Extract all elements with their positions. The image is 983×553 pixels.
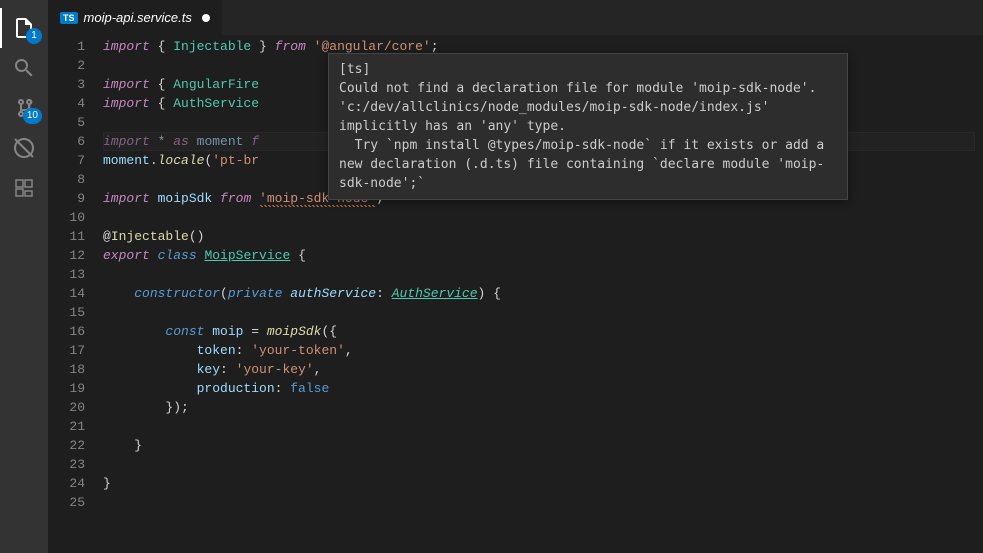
- code-line: }: [103, 436, 983, 455]
- code-line: [103, 208, 983, 227]
- code-line: [103, 303, 983, 322]
- line-number: 9: [48, 189, 85, 208]
- line-number: 8: [48, 170, 85, 189]
- code-area[interactable]: import { Injectable } from '@angular/cor…: [103, 35, 983, 553]
- line-number: 5: [48, 113, 85, 132]
- line-number: 3: [48, 75, 85, 94]
- line-number: 23: [48, 455, 85, 474]
- line-number: 20: [48, 398, 85, 417]
- editor[interactable]: 1234567891011121314151617181920212223242…: [48, 35, 983, 553]
- line-number: 17: [48, 341, 85, 360]
- line-number: 13: [48, 265, 85, 284]
- code-line: export class MoipService {: [103, 246, 983, 265]
- code-line: key: 'your-key',: [103, 360, 983, 379]
- line-number: 21: [48, 417, 85, 436]
- tab-title: moip-api.service.ts: [84, 10, 192, 25]
- ts-file-icon: TS: [60, 12, 78, 24]
- line-number: 18: [48, 360, 85, 379]
- code-line: [103, 493, 983, 512]
- code-line: token: 'your-token',: [103, 341, 983, 360]
- code-line: [103, 417, 983, 436]
- line-gutter: 1234567891011121314151617181920212223242…: [48, 35, 103, 553]
- line-number: 16: [48, 322, 85, 341]
- line-number: 24: [48, 474, 85, 493]
- dirty-indicator: [202, 14, 210, 22]
- search-icon[interactable]: [0, 48, 48, 88]
- code-line: constructor(private authService: AuthSer…: [103, 284, 983, 303]
- code-line: });: [103, 398, 983, 417]
- explorer-icon[interactable]: 1: [0, 8, 48, 48]
- source-control-icon[interactable]: 10: [0, 88, 48, 128]
- extensions-icon[interactable]: [0, 168, 48, 208]
- code-line: @Injectable(): [103, 227, 983, 246]
- line-number: 14: [48, 284, 85, 303]
- code-line: const moip = moipSdk({: [103, 322, 983, 341]
- code-line: [103, 455, 983, 474]
- code-line: [103, 265, 983, 284]
- line-number: 25: [48, 493, 85, 512]
- code-line: }: [103, 474, 983, 493]
- line-number: 7: [48, 151, 85, 170]
- line-number: 2: [48, 56, 85, 75]
- explorer-badge: 1: [26, 28, 42, 44]
- line-number: 10: [48, 208, 85, 227]
- line-number: 11: [48, 227, 85, 246]
- line-number: 12: [48, 246, 85, 265]
- scm-badge: 10: [23, 108, 42, 124]
- line-number: 15: [48, 303, 85, 322]
- code-line: production: false: [103, 379, 983, 398]
- line-number: 6: [48, 132, 85, 151]
- tab-active[interactable]: TS moip-api.service.ts: [48, 0, 222, 35]
- line-number: 4: [48, 94, 85, 113]
- activity-bar: 1 10: [0, 0, 48, 553]
- line-number: 19: [48, 379, 85, 398]
- hover-diagnostic: [ts] Could not find a declaration file f…: [328, 53, 848, 200]
- line-number: 22: [48, 436, 85, 455]
- tabs-row: TS moip-api.service.ts: [48, 0, 983, 35]
- hover-text: [ts] Could not find a declaration file f…: [339, 62, 832, 191]
- debug-icon[interactable]: [0, 128, 48, 168]
- line-number: 1: [48, 37, 85, 56]
